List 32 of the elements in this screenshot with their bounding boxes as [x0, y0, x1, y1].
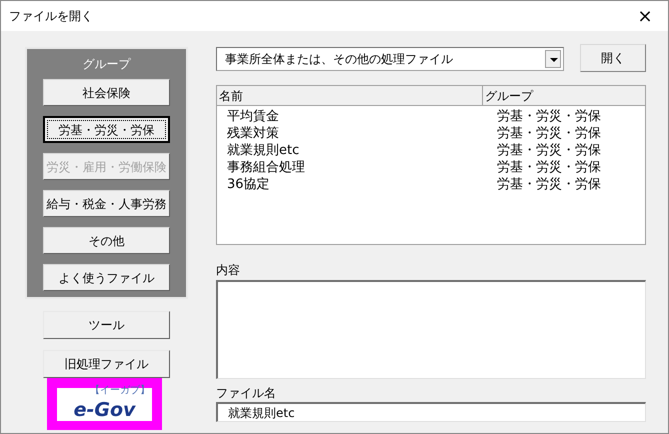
table-cell-text: 36協定: [226, 176, 271, 194]
file-name-value: 就業規則etc: [228, 404, 295, 422]
table-cell-text: 平均賃金: [226, 108, 280, 126]
table-cell-text: 残業対策: [226, 124, 280, 143]
description-label: 内容: [216, 262, 241, 279]
table-cell-text: 事務組合処理: [226, 158, 306, 177]
table-cell-text: 労基・労災・労保: [496, 142, 601, 160]
window-title: ファイルを開く: [9, 8, 93, 25]
group-button[interactable]: 社会保険: [43, 79, 170, 106]
column-header[interactable]: 名前: [217, 86, 483, 105]
table-cell-text: 労基・労災・労保: [496, 108, 601, 126]
logo-text: e-Gov: [74, 400, 136, 420]
select-value: 事業所全体または、その他の処理ファイル: [225, 51, 453, 68]
group-button[interactable]: その他: [43, 227, 170, 254]
tool-button[interactable]: 旧処理ファイル: [43, 350, 170, 378]
group-button[interactable]: 労基・労災・労保: [43, 116, 170, 143]
category-select[interactable]: 事業所全体または、その他の処理ファイル: [216, 47, 564, 71]
table-cell-text: 就業規則etc: [226, 142, 300, 160]
group-button[interactable]: 給与・税金・人事労務: [43, 190, 170, 217]
file-name-field[interactable]: 就業規則etc: [216, 402, 646, 422]
group-button[interactable]: よく使うファイル: [43, 264, 170, 291]
description-box[interactable]: [216, 280, 646, 379]
file-name-label: ファイル名: [216, 385, 277, 402]
column-header[interactable]: グループ: [483, 86, 645, 105]
open-button[interactable]: 開く: [580, 44, 646, 72]
table-cell-text: 労基・労災・労保: [496, 176, 601, 194]
group-title: グループ: [82, 56, 130, 73]
tool-button[interactable]: ツール: [43, 311, 170, 339]
logo-reading: 【イーガブ】: [90, 386, 150, 396]
table-cell-text: 労基・労災・労保: [496, 158, 601, 177]
close-button[interactable]: ×: [630, 3, 660, 29]
table-cell-text: 労基・労災・労保: [496, 124, 601, 143]
